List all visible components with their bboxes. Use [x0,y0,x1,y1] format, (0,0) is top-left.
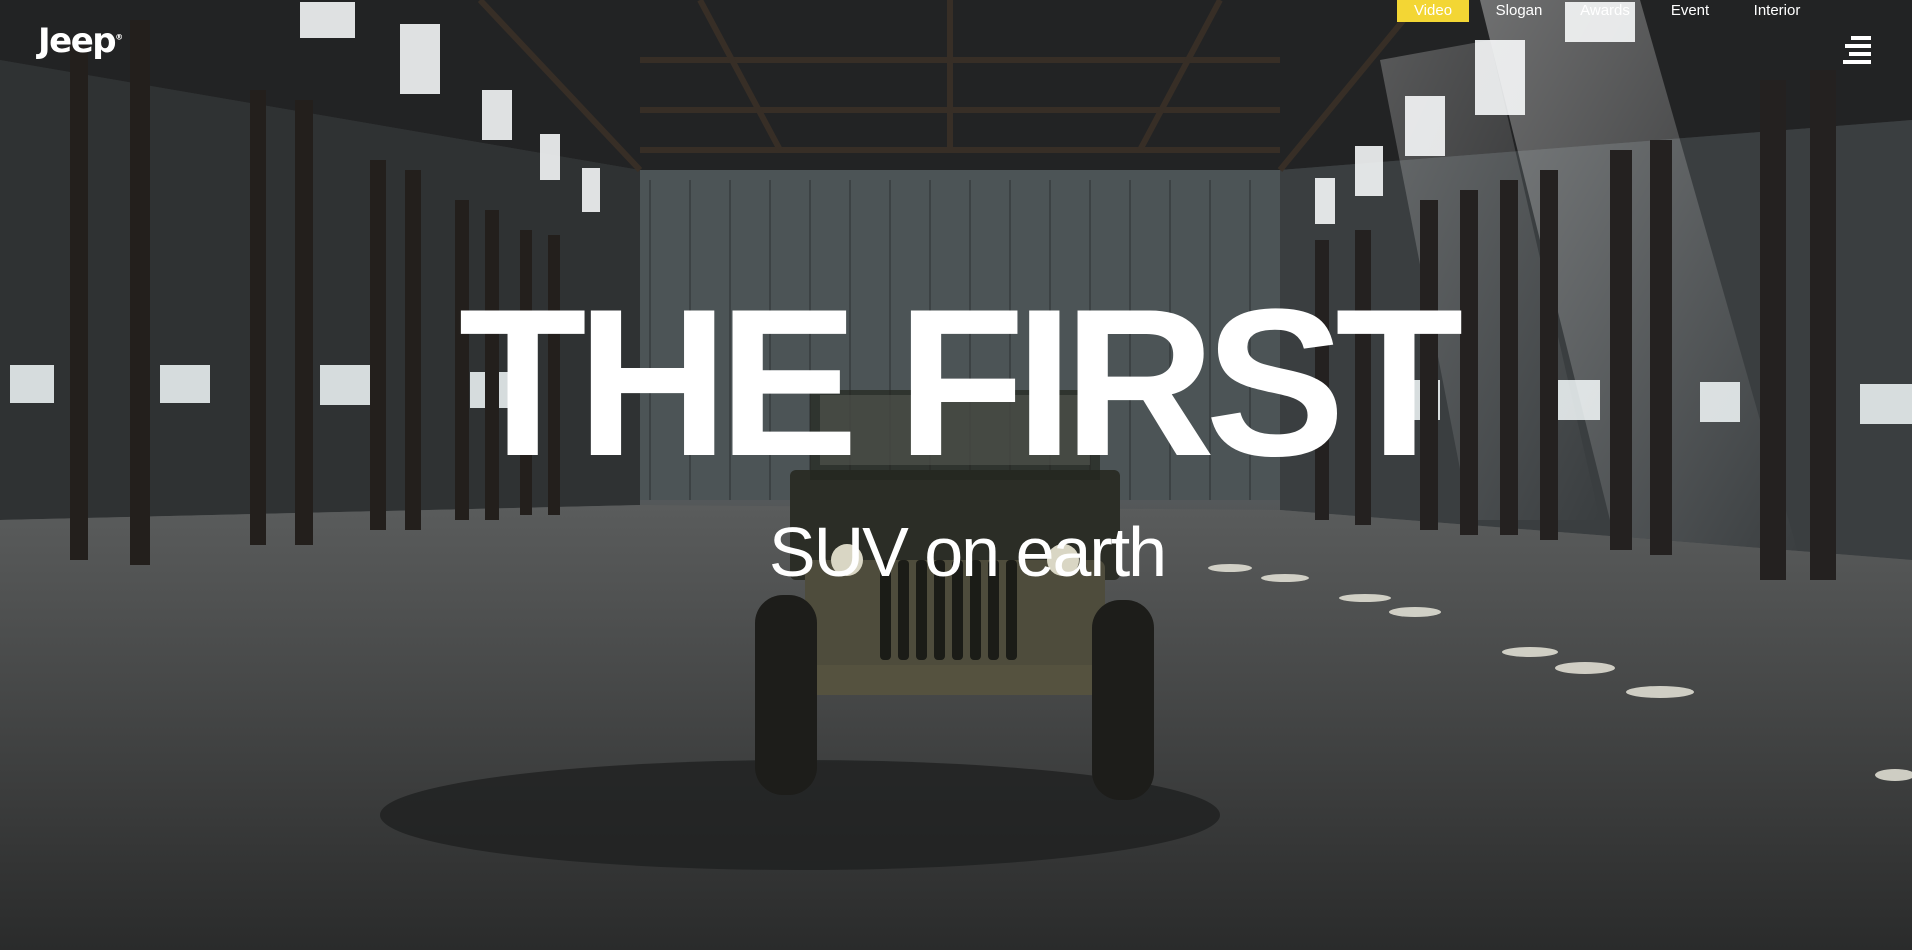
hamburger-menu-icon[interactable] [1843,35,1871,64]
logo-text: Jeep [38,21,117,61]
menu-line [1849,52,1871,56]
nav-item-slogan[interactable]: Slogan [1490,0,1548,22]
nav-item-interior[interactable]: Interior [1746,0,1808,22]
menu-line [1845,44,1871,48]
page: Jeep® Video Slogan Awards Event Interior… [0,0,1912,950]
hero-title: THE FIRST [458,265,1464,500]
nav-item-video[interactable]: Video [1397,0,1469,22]
menu-line [1843,60,1871,64]
menu-line [1851,36,1871,40]
nav-item-event[interactable]: Event [1665,0,1715,22]
nav-item-label: Slogan [1495,2,1543,19]
nav-item-label: Event [1670,2,1710,19]
hero-subtitle: SUV on earth [768,513,1167,591]
registered-mark: ® [115,32,124,42]
jeep-logo[interactable]: Jeep® [38,24,123,58]
nav-item-label: Awards [1580,2,1630,19]
nav-item-awards[interactable]: Awards [1576,0,1634,22]
nav-item-label: Interior [1753,2,1801,19]
nav-item-label: Video [1413,2,1453,19]
